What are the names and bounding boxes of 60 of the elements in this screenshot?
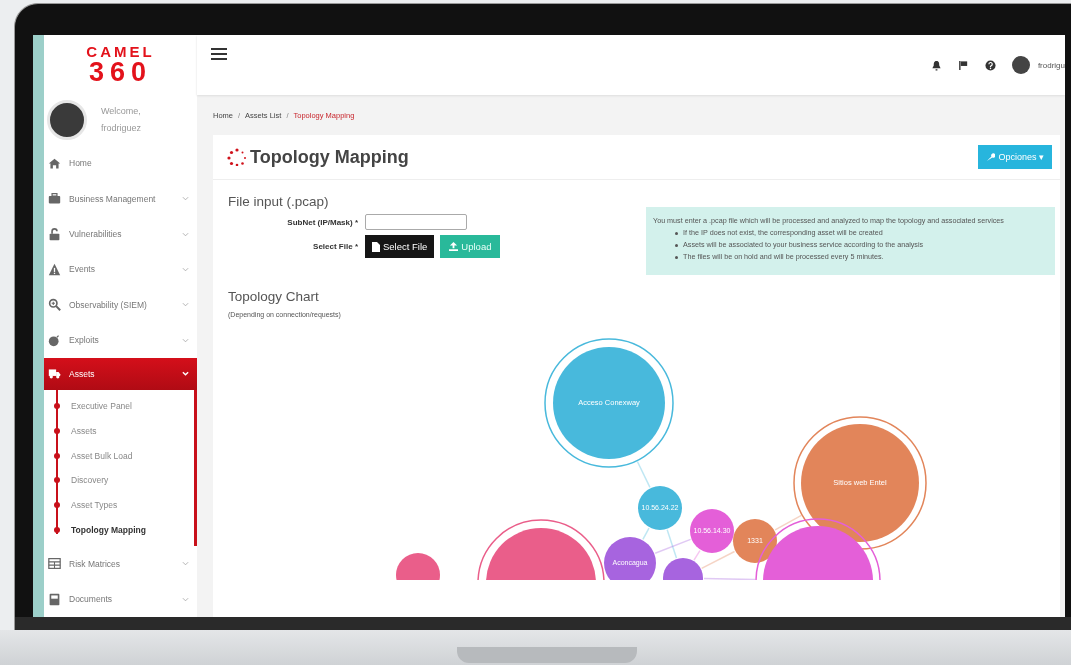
warning-icon <box>48 262 61 276</box>
topology-node[interactable] <box>477 519 605 580</box>
bell-icon[interactable] <box>930 59 942 71</box>
sidebar-item[interactable]: Business Management <box>44 181 197 217</box>
briefcase-icon <box>48 192 61 206</box>
subnet-input[interactable] <box>365 214 467 230</box>
file-icon <box>372 241 380 252</box>
welcome-text: Welcome, <box>101 104 142 118</box>
username[interactable]: frodrigu <box>1037 60 1065 70</box>
sidebar-item[interactable]: Observability (SIEM) <box>44 287 197 323</box>
flag-icon[interactable] <box>957 59 969 71</box>
submenu-item[interactable]: Asset Bulk Load <box>54 443 194 468</box>
submenu-item[interactable]: Executive Panel <box>54 393 194 419</box>
sidebar-item[interactable]: Risk Matrices <box>44 546 197 582</box>
select-file-button[interactable]: Select File <box>365 235 435 258</box>
sidebar-item[interactable]: Exploits <box>44 322 197 358</box>
sidebar-item[interactable]: Events <box>44 251 197 288</box>
home-icon <box>48 156 61 170</box>
logo: CAMEL 360 <box>85 41 156 89</box>
topology-node[interactable] <box>604 537 656 580</box>
bullet-icon <box>675 243 678 247</box>
zoom-in-icon <box>48 298 61 312</box>
sidebar-item[interactable]: Vulnerabilities <box>44 216 197 252</box>
field-label: Select File * <box>312 242 358 251</box>
section-heading: Topology Chart <box>228 289 320 304</box>
topology-node[interactable] <box>544 338 674 468</box>
submenu-item[interactable]: Topology Mapping <box>54 517 194 543</box>
topology-node[interactable] <box>690 509 734 553</box>
connector-line <box>703 577 756 580</box>
topology-node[interactable] <box>733 519 777 563</box>
topology-node[interactable] <box>793 416 927 550</box>
page-title: Topology Mapping <box>250 146 409 168</box>
menu-icon[interactable] <box>211 47 227 61</box>
submenu-item[interactable]: Asset Types <box>54 492 194 518</box>
sidebar-item[interactable]: Documents <box>44 581 197 617</box>
topology-node[interactable] <box>638 486 682 530</box>
book-icon <box>48 592 61 606</box>
bullet-icon <box>675 255 678 259</box>
section-heading: File input (.pcap) <box>228 194 330 209</box>
truck-icon <box>48 367 61 381</box>
bullet-icon <box>675 231 678 235</box>
connector-line <box>774 514 803 531</box>
username: frodriguez <box>101 121 142 135</box>
upload-icon <box>449 242 459 251</box>
topology-node[interactable] <box>396 553 440 580</box>
sidebar-item[interactable]: Assets <box>44 357 197 390</box>
submenu-item[interactable]: Assets <box>54 418 194 444</box>
user-avatar[interactable] <box>1011 56 1030 74</box>
padlock-icon <box>48 227 61 241</box>
avatar <box>47 99 87 140</box>
topology-node[interactable] <box>663 558 703 580</box>
bomb-icon <box>48 333 61 347</box>
submenu-item[interactable]: Discovery <box>54 467 194 493</box>
field-label: SubNet (IP/Mask) * <box>286 217 358 227</box>
grid-icon <box>48 557 61 571</box>
help-icon[interactable] <box>984 59 996 71</box>
sidebar-item[interactable]: Home <box>44 145 197 182</box>
connector-line <box>642 527 650 541</box>
spinner-icon <box>227 148 247 166</box>
connector-line <box>636 460 651 489</box>
